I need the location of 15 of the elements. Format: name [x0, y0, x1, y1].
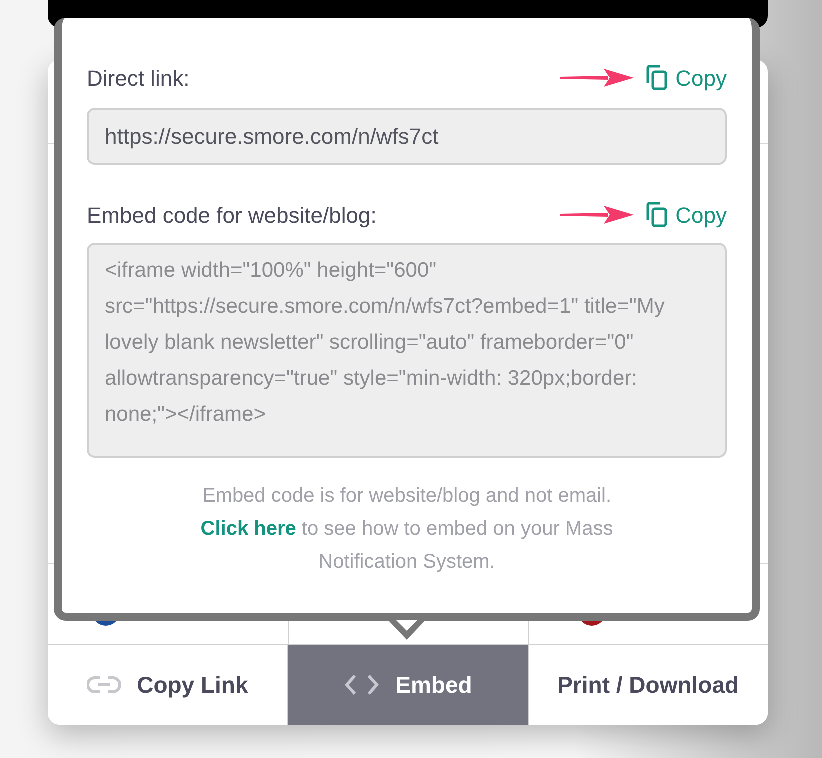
copy-button[interactable]: Copy	[646, 62, 727, 94]
field-label: Embed code for website/blog:	[87, 202, 377, 230]
help-link[interactable]: Click here	[200, 518, 296, 540]
share-tab[interactable]: Embed	[287, 645, 528, 725]
copy-icon	[646, 202, 668, 228]
copy-icon	[646, 65, 668, 91]
share-tab[interactable]: Copy Link	[48, 645, 288, 725]
code-icon	[344, 674, 380, 696]
field-label: Direct link:	[87, 64, 190, 92]
embed-note: Embed code is for website/blog and not email. Click here to see how to embed on your Mass Notification System.	[200, 484, 614, 575]
copy-button[interactable]: Copy	[646, 198, 727, 232]
link-icon	[87, 676, 122, 694]
share-tab[interactable]: Print / Download	[528, 645, 768, 725]
link-field[interactable]: https://secure.smore.com/n/wfs7ct	[87, 108, 727, 165]
embed-code-field[interactable]: <iframe width="100%" height="600" src="https://secure.smore.com/n/wfs7ct?embed=1" title="My lovely blank newsletter" scrolling="auto" frameborder="0" allowtransparency="true" style="min-width: 320px;border: none;"></iframe>	[87, 243, 727, 458]
